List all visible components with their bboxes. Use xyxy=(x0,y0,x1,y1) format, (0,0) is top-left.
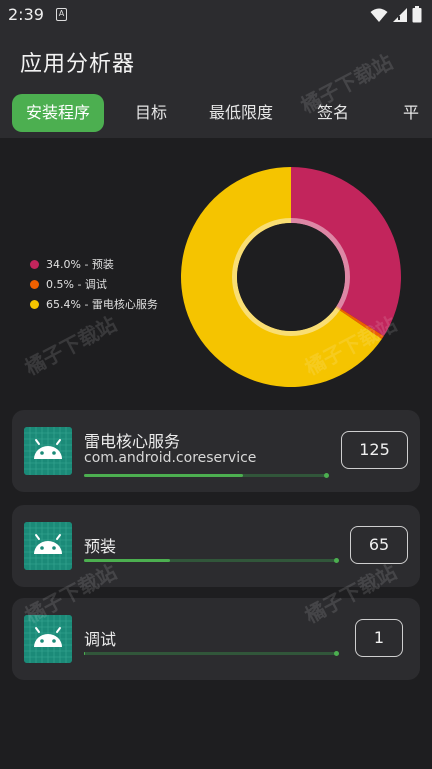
app-package: com.android.coreservice xyxy=(84,450,257,466)
legend-dot xyxy=(30,259,39,269)
chart-legend: 34.0% - 预装 0.5% - 调试 65.4% - 雷电核心服务 xyxy=(30,254,158,314)
donut-hole xyxy=(237,223,345,331)
legend-label: 0.5% - 调试 xyxy=(46,278,107,291)
status-icons xyxy=(370,6,422,23)
progress-track xyxy=(84,651,339,656)
legend-item-debug: 0.5% - 调试 xyxy=(30,274,158,294)
count-badge: 65 xyxy=(350,526,408,564)
signal-icon xyxy=(393,7,407,22)
tab-bar: 安装程序 目标 最低限度 签名 平 xyxy=(0,94,432,134)
notification-a-icon: A xyxy=(56,8,67,21)
app-bar: 应用分析器 安装程序 目标 最低限度 签名 平 xyxy=(0,30,432,138)
chart-panel: 34.0% - 预装 0.5% - 调试 65.4% - 雷电核心服务 xyxy=(0,138,432,400)
android-icon xyxy=(24,522,72,570)
progress-track xyxy=(84,558,339,563)
tab-signature[interactable]: 签名 xyxy=(317,94,349,132)
wifi-icon xyxy=(370,8,388,22)
tab-target[interactable]: 目标 xyxy=(135,94,167,132)
page-title: 应用分析器 xyxy=(20,52,136,77)
progress-end-dot xyxy=(324,473,329,478)
status-time: 2:39 xyxy=(8,5,44,24)
app-name: 调试 xyxy=(84,630,117,649)
tab-installer[interactable]: 安装程序 xyxy=(12,94,105,132)
legend-dot xyxy=(30,279,39,289)
list-item[interactable]: 雷电核心服务 com.android.coreservice 125 xyxy=(12,410,420,492)
legend-label: 34.0% - 预装 xyxy=(46,258,114,271)
app-name: 雷电核心服务 xyxy=(84,432,181,451)
progress-track xyxy=(84,473,329,478)
list-item[interactable]: 预装 65 xyxy=(12,505,420,587)
legend-item-preinstalled: 34.0% - 预装 xyxy=(30,254,158,274)
tab-minimum[interactable]: 最低限度 xyxy=(209,94,273,132)
status-bar: 2:39 A xyxy=(0,0,432,30)
progress-fill xyxy=(84,474,243,477)
progress-fill xyxy=(84,652,86,655)
battery-icon xyxy=(412,6,422,23)
progress-end-dot xyxy=(334,651,339,656)
legend-item-core-service: 65.4% - 雷电核心服务 xyxy=(30,294,158,314)
legend-label: 65.4% - 雷电核心服务 xyxy=(46,298,158,311)
android-icon xyxy=(24,615,72,663)
list-item[interactable]: 调试 1 xyxy=(12,598,420,680)
progress-end-dot xyxy=(334,558,339,563)
donut-chart[interactable] xyxy=(176,162,406,392)
app-name: 预装 xyxy=(84,537,117,556)
count-badge: 1 xyxy=(355,619,403,657)
count-badge: 125 xyxy=(341,431,408,469)
progress-fill xyxy=(84,559,171,562)
tab-platform[interactable]: 平 xyxy=(403,94,419,132)
legend-dot xyxy=(30,299,39,309)
android-icon xyxy=(24,427,72,475)
